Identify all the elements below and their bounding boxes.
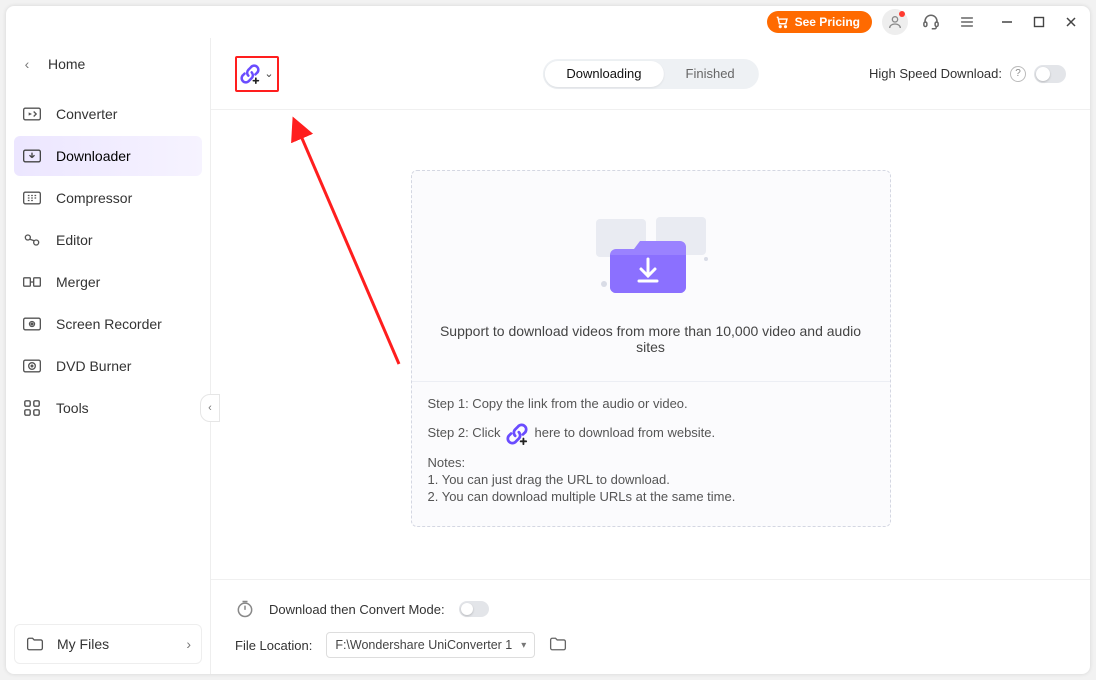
sidebar-item-converter[interactable]: Converter [14, 94, 202, 134]
file-location-select[interactable]: F:\Wondershare UniConverter 1 [326, 632, 535, 658]
dvd-burner-icon [22, 356, 42, 376]
home-label: Home [48, 56, 85, 72]
sidebar-item-dvd-burner[interactable]: DVD Burner [14, 346, 202, 386]
my-files-button[interactable]: My Files › [14, 624, 202, 664]
tab-downloading[interactable]: Downloading [544, 61, 663, 87]
screen-recorder-icon [22, 314, 42, 334]
link-plus-icon [506, 423, 528, 445]
notes-title: Notes: [428, 455, 874, 472]
note-2: 2. You can download multiple URLs at the… [428, 489, 874, 506]
paste-url-button[interactable]: ⌄ [235, 56, 279, 92]
file-location-label: File Location: [235, 638, 312, 653]
window-controls [998, 13, 1080, 31]
account-icon[interactable] [882, 9, 908, 35]
close-button[interactable] [1062, 13, 1080, 31]
link-plus-icon [240, 64, 260, 84]
drop-card-top: Support to download videos from more tha… [412, 171, 890, 382]
main-panel: ⌄ Downloading Finished High Speed Downlo… [210, 38, 1090, 674]
chevron-down-icon: ⌄ [264, 67, 273, 80]
nav-label: Tools [56, 400, 89, 416]
sidebar-item-downloader[interactable]: Downloader [14, 136, 202, 176]
high-speed-download: High Speed Download: ? [869, 65, 1066, 83]
toolbar: ⌄ Downloading Finished High Speed Downlo… [211, 38, 1090, 110]
convert-mode-toggle[interactable] [459, 601, 489, 617]
cart-icon [775, 15, 789, 29]
sidebar-item-editor[interactable]: Editor [14, 220, 202, 260]
high-speed-toggle[interactable] [1034, 65, 1066, 83]
status-tabs: Downloading Finished [542, 59, 758, 89]
chevron-right-icon: › [186, 636, 191, 652]
open-folder-button[interactable] [549, 636, 567, 654]
compressor-icon [22, 188, 42, 208]
nav-list: Converter Downloader Compressor Editor M… [14, 94, 202, 428]
note-1: 1. You can just drag the URL to download… [428, 472, 874, 489]
download-illustration [576, 199, 726, 309]
see-pricing-button[interactable]: See Pricing [767, 11, 872, 33]
support-icon[interactable] [918, 9, 944, 35]
tab-finished[interactable]: Finished [664, 61, 757, 87]
nav-label: DVD Burner [56, 358, 131, 374]
help-icon[interactable]: ? [1010, 66, 1026, 82]
sidebar-item-tools[interactable]: Tools [14, 388, 202, 428]
annotation-arrow [279, 114, 409, 374]
merger-icon [22, 272, 42, 292]
step-1: Step 1: Copy the link from the audio or … [428, 396, 874, 413]
support-text: Support to download videos from more tha… [428, 323, 874, 355]
sidebar-item-merger[interactable]: Merger [14, 262, 202, 302]
nav-label: Merger [56, 274, 100, 290]
timer-icon[interactable] [235, 599, 255, 619]
nav-label: Editor [56, 232, 93, 248]
folder-icon [25, 634, 45, 654]
file-location-value: F:\Wondershare UniConverter 1 [335, 638, 512, 652]
tools-icon [22, 398, 42, 418]
footer: Download then Convert Mode: File Locatio… [211, 579, 1090, 674]
nav-label: Screen Recorder [56, 316, 162, 332]
back-icon: ‹ [20, 56, 34, 72]
sidebar-item-screen-recorder[interactable]: Screen Recorder [14, 304, 202, 344]
home-row[interactable]: ‹ Home [14, 42, 202, 86]
my-files-label: My Files [57, 636, 109, 652]
downloader-icon [22, 146, 42, 166]
drop-card[interactable]: Support to download videos from more tha… [411, 170, 891, 527]
sidebar-item-compressor[interactable]: Compressor [14, 178, 202, 218]
nav-label: Converter [56, 106, 117, 122]
nav-label: Downloader [56, 148, 131, 164]
high-speed-label: High Speed Download: [869, 66, 1002, 81]
nav-label: Compressor [56, 190, 132, 206]
menu-icon[interactable] [954, 9, 980, 35]
sidebar: ‹ Home Converter Downloader Compressor [6, 38, 210, 674]
maximize-button[interactable] [1030, 13, 1048, 31]
converter-icon [22, 104, 42, 124]
titlebar: See Pricing [6, 6, 1090, 38]
app-window: See Pricing ‹ Home Conver [6, 6, 1090, 674]
minimize-button[interactable] [998, 13, 1016, 31]
drop-card-steps: Step 1: Copy the link from the audio or … [412, 382, 890, 526]
notification-dot [899, 11, 905, 17]
editor-icon [22, 230, 42, 250]
step-2: Step 2: Click here to download from webs… [428, 423, 874, 445]
convert-mode-label: Download then Convert Mode: [269, 602, 445, 617]
see-pricing-label: See Pricing [795, 15, 860, 29]
content-area: Support to download videos from more tha… [211, 110, 1090, 579]
